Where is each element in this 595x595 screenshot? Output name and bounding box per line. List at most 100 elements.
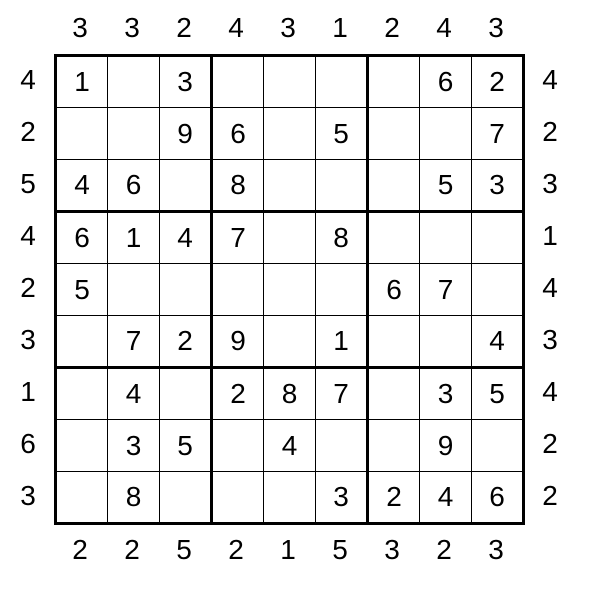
cell-r8c5[interactable]: 4 <box>264 420 316 472</box>
cell-r5c2[interactable] <box>108 264 160 316</box>
clue-right-4: 1 <box>524 210 576 262</box>
cell-r3c2[interactable]: 6 <box>108 160 160 212</box>
clue-bottom-5: 1 <box>262 524 314 576</box>
cell-r5c3[interactable] <box>160 264 212 316</box>
clue-top-6: 1 <box>314 2 366 54</box>
cell-r8c7[interactable] <box>368 420 420 472</box>
cell-r3c8[interactable]: 5 <box>420 160 472 212</box>
cell-r4c3[interactable]: 4 <box>160 212 212 264</box>
cell-r1c9[interactable]: 2 <box>472 56 524 108</box>
cell-r1c7[interactable] <box>368 56 420 108</box>
cell-r2c4[interactable]: 6 <box>212 108 264 160</box>
cell-r5c4[interactable] <box>212 264 264 316</box>
cell-r6c5[interactable] <box>264 316 316 368</box>
cell-r3c3[interactable] <box>160 160 212 212</box>
cell-r2c1[interactable] <box>56 108 108 160</box>
cell-r7c2[interactable]: 4 <box>108 368 160 420</box>
cell-r2c2[interactable] <box>108 108 160 160</box>
cell-r6c7[interactable] <box>368 316 420 368</box>
cell-r7c7[interactable] <box>368 368 420 420</box>
cell-r5c5[interactable] <box>264 264 316 316</box>
cell-r2c7[interactable] <box>368 108 420 160</box>
cell-r8c2[interactable]: 3 <box>108 420 160 472</box>
cell-r2c5[interactable] <box>264 108 316 160</box>
cell-r2c9[interactable]: 7 <box>472 108 524 160</box>
cell-r4c6[interactable]: 8 <box>316 212 368 264</box>
cell-r6c9[interactable]: 4 <box>472 316 524 368</box>
cell-r1c1[interactable]: 1 <box>56 56 108 108</box>
cell-r9c1[interactable] <box>56 472 108 524</box>
cell-r5c8[interactable]: 7 <box>420 264 472 316</box>
cell-r5c9[interactable] <box>472 264 524 316</box>
clue-right-2: 2 <box>524 106 576 158</box>
cell-r5c6[interactable] <box>316 264 368 316</box>
cell-r5c7[interactable]: 6 <box>368 264 420 316</box>
cell-r8c4[interactable] <box>212 420 264 472</box>
cell-r7c8[interactable]: 3 <box>420 368 472 420</box>
cell-r3c5[interactable] <box>264 160 316 212</box>
cell-r3c1[interactable]: 4 <box>56 160 108 212</box>
cell-r4c4[interactable]: 7 <box>212 212 264 264</box>
clue-left-6: 3 <box>2 314 54 366</box>
cell-r2c6[interactable]: 5 <box>316 108 368 160</box>
cell-r7c3[interactable] <box>160 368 212 420</box>
cell-r2c3[interactable]: 9 <box>160 108 212 160</box>
cell-r4c8[interactable] <box>420 212 472 264</box>
clue-right-6: 3 <box>524 314 576 366</box>
cell-r8c1[interactable] <box>56 420 108 472</box>
cell-r7c5[interactable]: 8 <box>264 368 316 420</box>
cell-r8c8[interactable]: 9 <box>420 420 472 472</box>
cell-r2c8[interactable] <box>420 108 472 160</box>
clue-right-1: 4 <box>524 54 576 106</box>
cell-r6c6[interactable]: 1 <box>316 316 368 368</box>
cell-r7c9[interactable]: 5 <box>472 368 524 420</box>
clue-top-3: 2 <box>158 2 210 54</box>
clue-bottom-8: 2 <box>418 524 470 576</box>
cell-r6c1[interactable] <box>56 316 108 368</box>
cell-r3c9[interactable]: 3 <box>472 160 524 212</box>
clue-top-5: 3 <box>262 2 314 54</box>
clue-left-9: 3 <box>2 470 54 522</box>
cell-r1c2[interactable] <box>108 56 160 108</box>
cell-r6c2[interactable]: 7 <box>108 316 160 368</box>
cell-r4c1[interactable]: 6 <box>56 212 108 264</box>
cell-r9c7[interactable]: 2 <box>368 472 420 524</box>
cell-r4c5[interactable] <box>264 212 316 264</box>
cell-r3c4[interactable]: 8 <box>212 160 264 212</box>
clue-top-8: 4 <box>418 2 470 54</box>
cell-r4c9[interactable] <box>472 212 524 264</box>
clue-left-4: 4 <box>2 210 54 262</box>
cell-r7c1[interactable] <box>56 368 108 420</box>
cell-r1c3[interactable]: 3 <box>160 56 212 108</box>
cell-r3c6[interactable] <box>316 160 368 212</box>
cell-r6c3[interactable]: 2 <box>160 316 212 368</box>
cell-r7c6[interactable]: 7 <box>316 368 368 420</box>
cell-r9c9[interactable]: 6 <box>472 472 524 524</box>
cell-r4c2[interactable]: 1 <box>108 212 160 264</box>
clue-left-1: 4 <box>2 54 54 106</box>
cell-r3c7[interactable] <box>368 160 420 212</box>
cell-r9c6[interactable]: 3 <box>316 472 368 524</box>
cell-r9c2[interactable]: 8 <box>108 472 160 524</box>
cell-r1c5[interactable] <box>264 56 316 108</box>
cell-r9c5[interactable] <box>264 472 316 524</box>
cell-r1c4[interactable] <box>212 56 264 108</box>
cell-r9c3[interactable] <box>160 472 212 524</box>
cell-r8c9[interactable] <box>472 420 524 472</box>
clue-bottom-3: 5 <box>158 524 210 576</box>
cell-r8c3[interactable]: 5 <box>160 420 212 472</box>
cell-r1c8[interactable]: 6 <box>420 56 472 108</box>
cell-r6c8[interactable] <box>420 316 472 368</box>
cell-r9c8[interactable]: 4 <box>420 472 472 524</box>
cell-r1c6[interactable] <box>316 56 368 108</box>
clue-left-2: 2 <box>2 106 54 158</box>
cell-r6c4[interactable]: 9 <box>212 316 264 368</box>
cell-r5c1[interactable]: 5 <box>56 264 108 316</box>
cell-r8c6[interactable] <box>316 420 368 472</box>
cell-r9c4[interactable] <box>212 472 264 524</box>
clue-right-9: 2 <box>524 470 576 522</box>
skyscraper-sudoku: 3324312432252153234254231634231434221362… <box>0 0 595 595</box>
clue-right-8: 2 <box>524 418 576 470</box>
cell-r7c4[interactable]: 2 <box>212 368 264 420</box>
cell-r4c7[interactable] <box>368 212 420 264</box>
